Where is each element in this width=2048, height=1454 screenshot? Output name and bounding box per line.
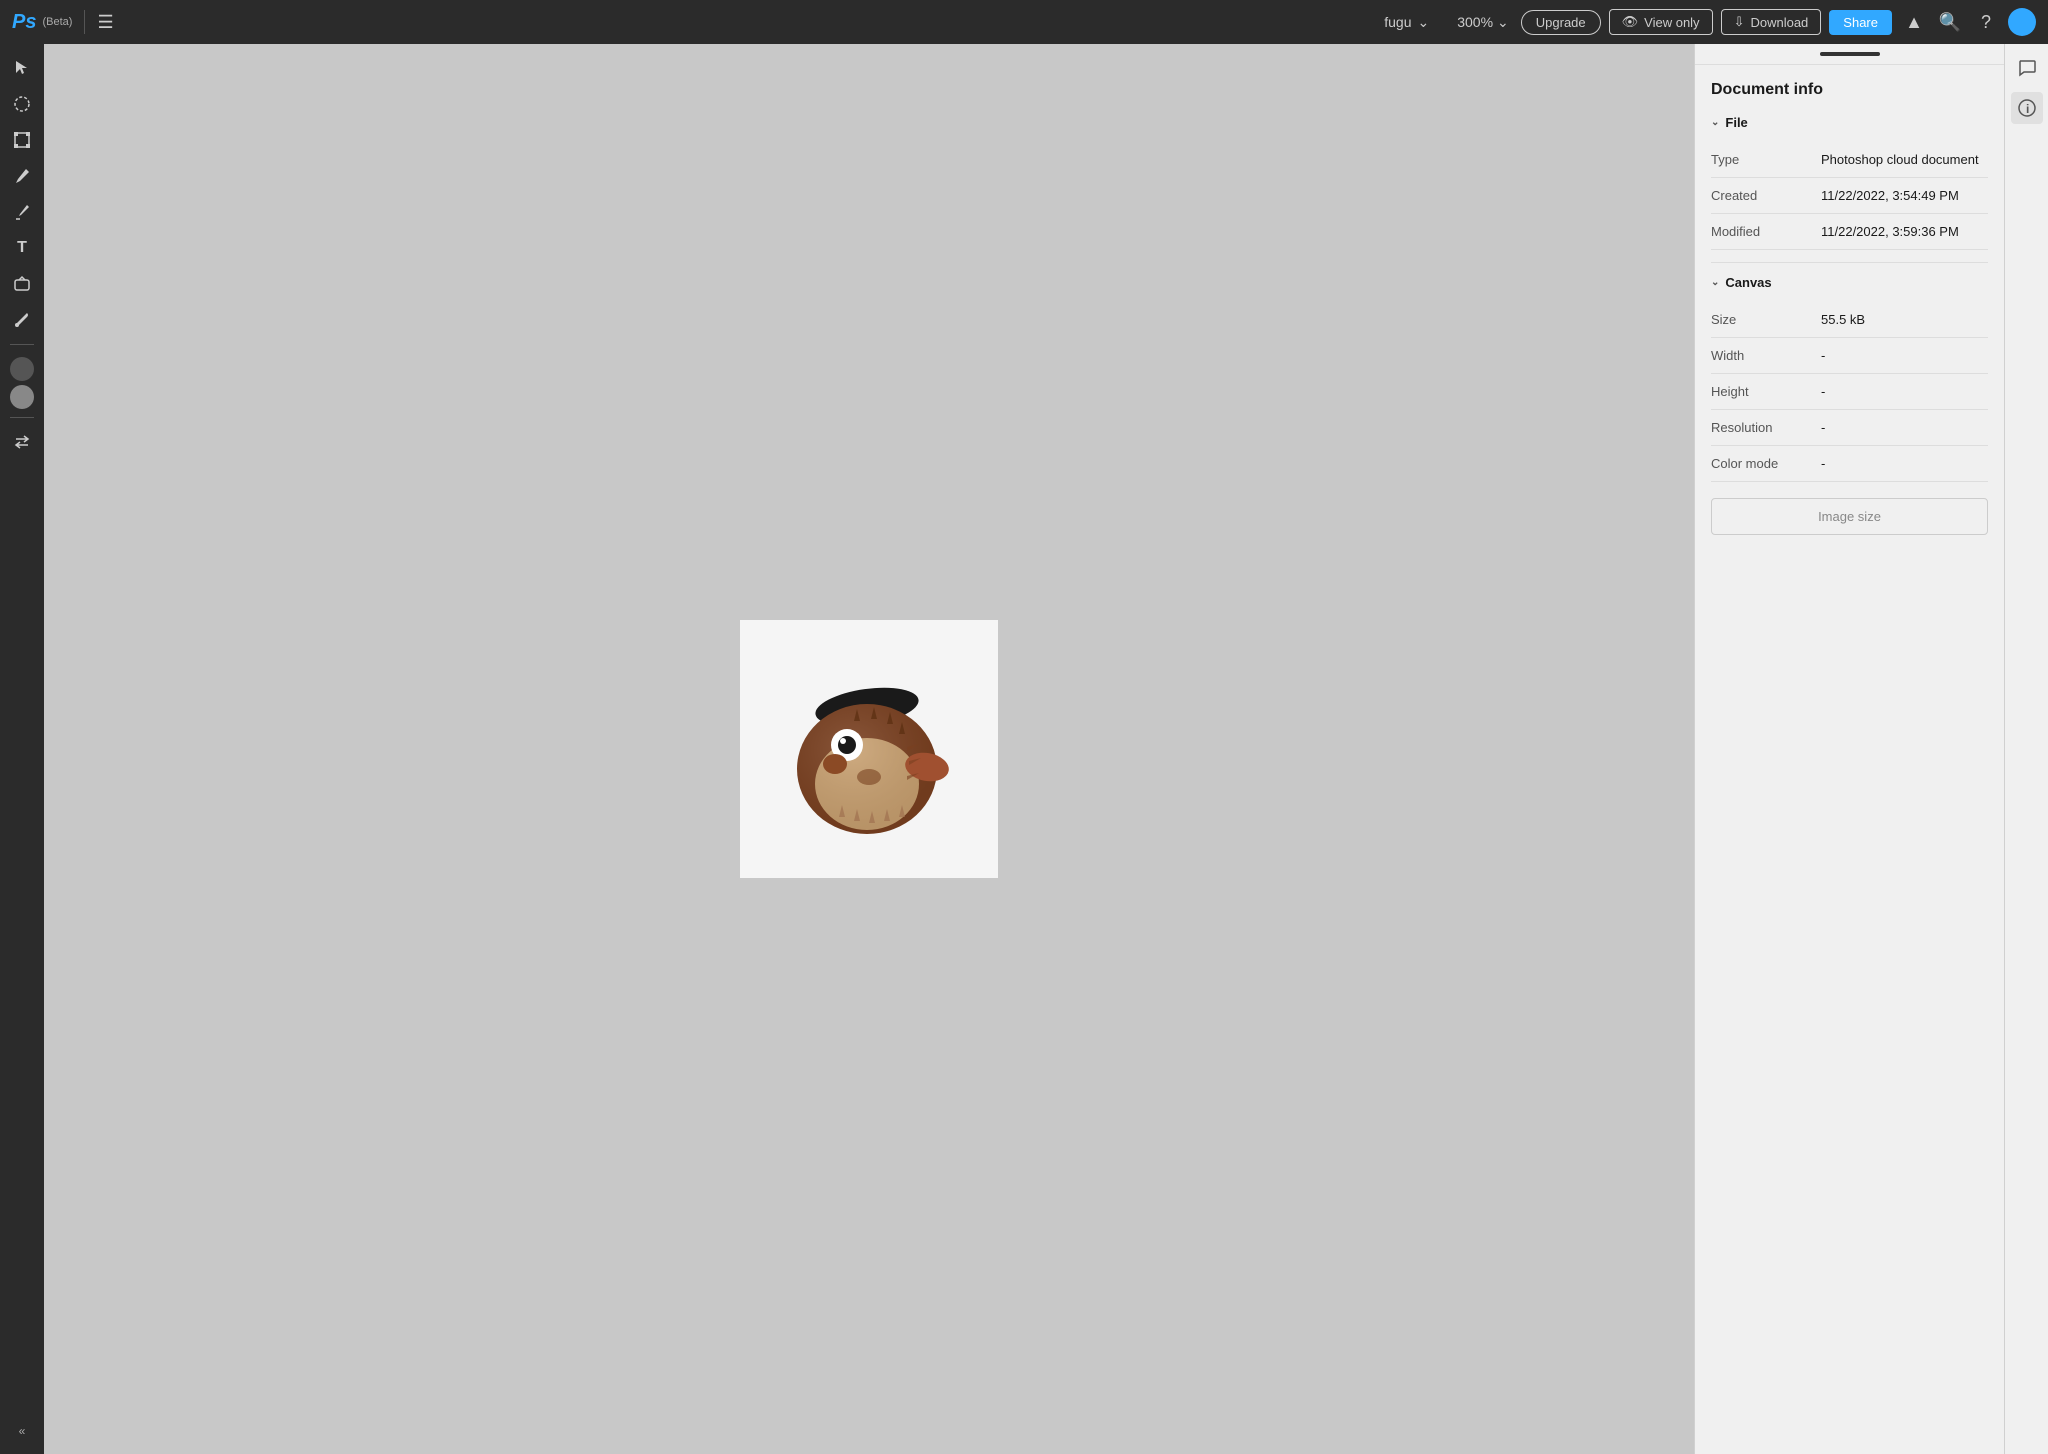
topbar-right: Upgrade 👁 View only ⇩ Download Share ▲ 🔍…	[1521, 8, 2036, 36]
zoom-value: 300%	[1457, 14, 1493, 30]
document-info-panel: Document info ⌄ File Type Photoshop clou…	[1695, 65, 2004, 551]
text-tool[interactable]: T	[6, 232, 38, 264]
topbar: Ps (Beta) ☰ fugu ⌄ 300% ⌄ Upgrade 👁 View…	[0, 0, 2048, 44]
modified-label: Modified	[1711, 224, 1821, 239]
color-mode-value: -	[1821, 456, 1825, 471]
file-section-chevron: ⌄	[1711, 117, 1719, 128]
left-toolbar: T «	[0, 44, 44, 1454]
right-panel: Document info ⌄ File Type Photoshop clou…	[1694, 44, 2004, 1454]
tool-separator-2	[10, 417, 34, 418]
info-icon[interactable]: i	[2011, 92, 2043, 124]
pen-tool[interactable]	[6, 196, 38, 228]
main-layout: T «	[0, 44, 2048, 1454]
width-value: -	[1821, 348, 1825, 363]
view-only-label: View only	[1644, 15, 1699, 30]
modified-row: Modified 11/22/2022, 3:59:36 PM	[1711, 214, 1988, 250]
download-icon: ⇩	[1734, 14, 1745, 30]
hamburger-menu[interactable]: ☰	[97, 12, 113, 33]
fugu-image	[759, 639, 979, 859]
app-logo: Ps (Beta)	[12, 11, 72, 34]
type-value: Photoshop cloud document	[1821, 152, 1979, 167]
swap-colors-tool[interactable]	[6, 426, 38, 458]
eye-icon: 👁	[1622, 14, 1639, 30]
notifications-icon[interactable]: ▲	[1900, 12, 1928, 33]
file-name-chevron: ⌄	[1417, 14, 1429, 31]
transform-tool[interactable]	[6, 124, 38, 156]
view-only-button[interactable]: 👁 View only	[1609, 9, 1713, 35]
color-mode-label: Color mode	[1711, 456, 1821, 471]
comment-icon[interactable]	[2011, 52, 2043, 84]
circle-select-tool[interactable]	[6, 88, 38, 120]
file-name-display[interactable]: fugu ⌄	[1384, 14, 1429, 31]
beta-label: (Beta)	[42, 16, 72, 28]
width-label: Width	[1711, 348, 1821, 363]
resolution-label: Resolution	[1711, 420, 1821, 435]
resolution-row: Resolution -	[1711, 410, 1988, 446]
collapse-toolbar[interactable]: «	[11, 1416, 34, 1446]
eyedropper-tool[interactable]	[6, 304, 38, 336]
svg-text:i: i	[2026, 102, 2029, 116]
height-value: -	[1821, 384, 1825, 399]
image-size-button[interactable]: Image size	[1711, 498, 1988, 535]
height-label: Height	[1711, 384, 1821, 399]
foreground-color[interactable]	[10, 357, 34, 381]
created-label: Created	[1711, 188, 1821, 203]
canvas-section-header[interactable]: ⌄ Canvas	[1711, 275, 1988, 290]
zoom-selector[interactable]: 300% ⌄	[1457, 14, 1509, 31]
search-icon[interactable]: 🔍	[1936, 12, 1964, 33]
document-info-title: Document info	[1711, 81, 1988, 99]
background-color[interactable]	[10, 385, 34, 409]
zoom-chevron: ⌄	[1497, 14, 1509, 31]
canvas-section-label: Canvas	[1725, 275, 1771, 290]
created-value: 11/22/2022, 3:54:49 PM	[1821, 188, 1959, 203]
select-tool[interactable]	[6, 52, 38, 84]
shape-tool[interactable]	[6, 268, 38, 300]
far-right-bar: i	[2004, 44, 2048, 1454]
help-icon[interactable]: ?	[1972, 12, 2000, 33]
file-section-label: File	[1725, 115, 1747, 130]
size-row: Size 55.5 kB	[1711, 302, 1988, 338]
width-row: Width -	[1711, 338, 1988, 374]
divider-1	[84, 10, 85, 34]
type-label: Type	[1711, 152, 1821, 167]
tool-separator-1	[10, 344, 34, 345]
file-name-text: fugu	[1384, 14, 1411, 30]
color-mode-row: Color mode -	[1711, 446, 1988, 482]
fugu-canvas	[740, 620, 998, 878]
file-section-header[interactable]: ⌄ File	[1711, 115, 1988, 130]
created-row: Created 11/22/2022, 3:54:49 PM	[1711, 178, 1988, 214]
download-label: Download	[1750, 15, 1808, 30]
size-value: 55.5 kB	[1821, 312, 1865, 327]
height-row: Height -	[1711, 374, 1988, 410]
share-button[interactable]: Share	[1829, 10, 1892, 35]
canvas-section-chevron: ⌄	[1711, 277, 1719, 288]
size-label: Size	[1711, 312, 1821, 327]
brush-tool[interactable]	[6, 160, 38, 192]
download-button[interactable]: ⇩ Download	[1721, 9, 1822, 35]
modified-value: 11/22/2022, 3:59:36 PM	[1821, 224, 1959, 239]
avatar[interactable]	[2008, 8, 2036, 36]
ps-icon: Ps	[12, 11, 36, 34]
section-divider	[1711, 262, 1988, 263]
type-row: Type Photoshop cloud document	[1711, 142, 1988, 178]
resolution-value: -	[1821, 420, 1825, 435]
panel-tab-bar	[1695, 44, 2004, 65]
canvas-area[interactable]	[44, 44, 1694, 1454]
upgrade-button[interactable]: Upgrade	[1521, 10, 1601, 35]
panel-tab-indicator	[1820, 52, 1880, 56]
